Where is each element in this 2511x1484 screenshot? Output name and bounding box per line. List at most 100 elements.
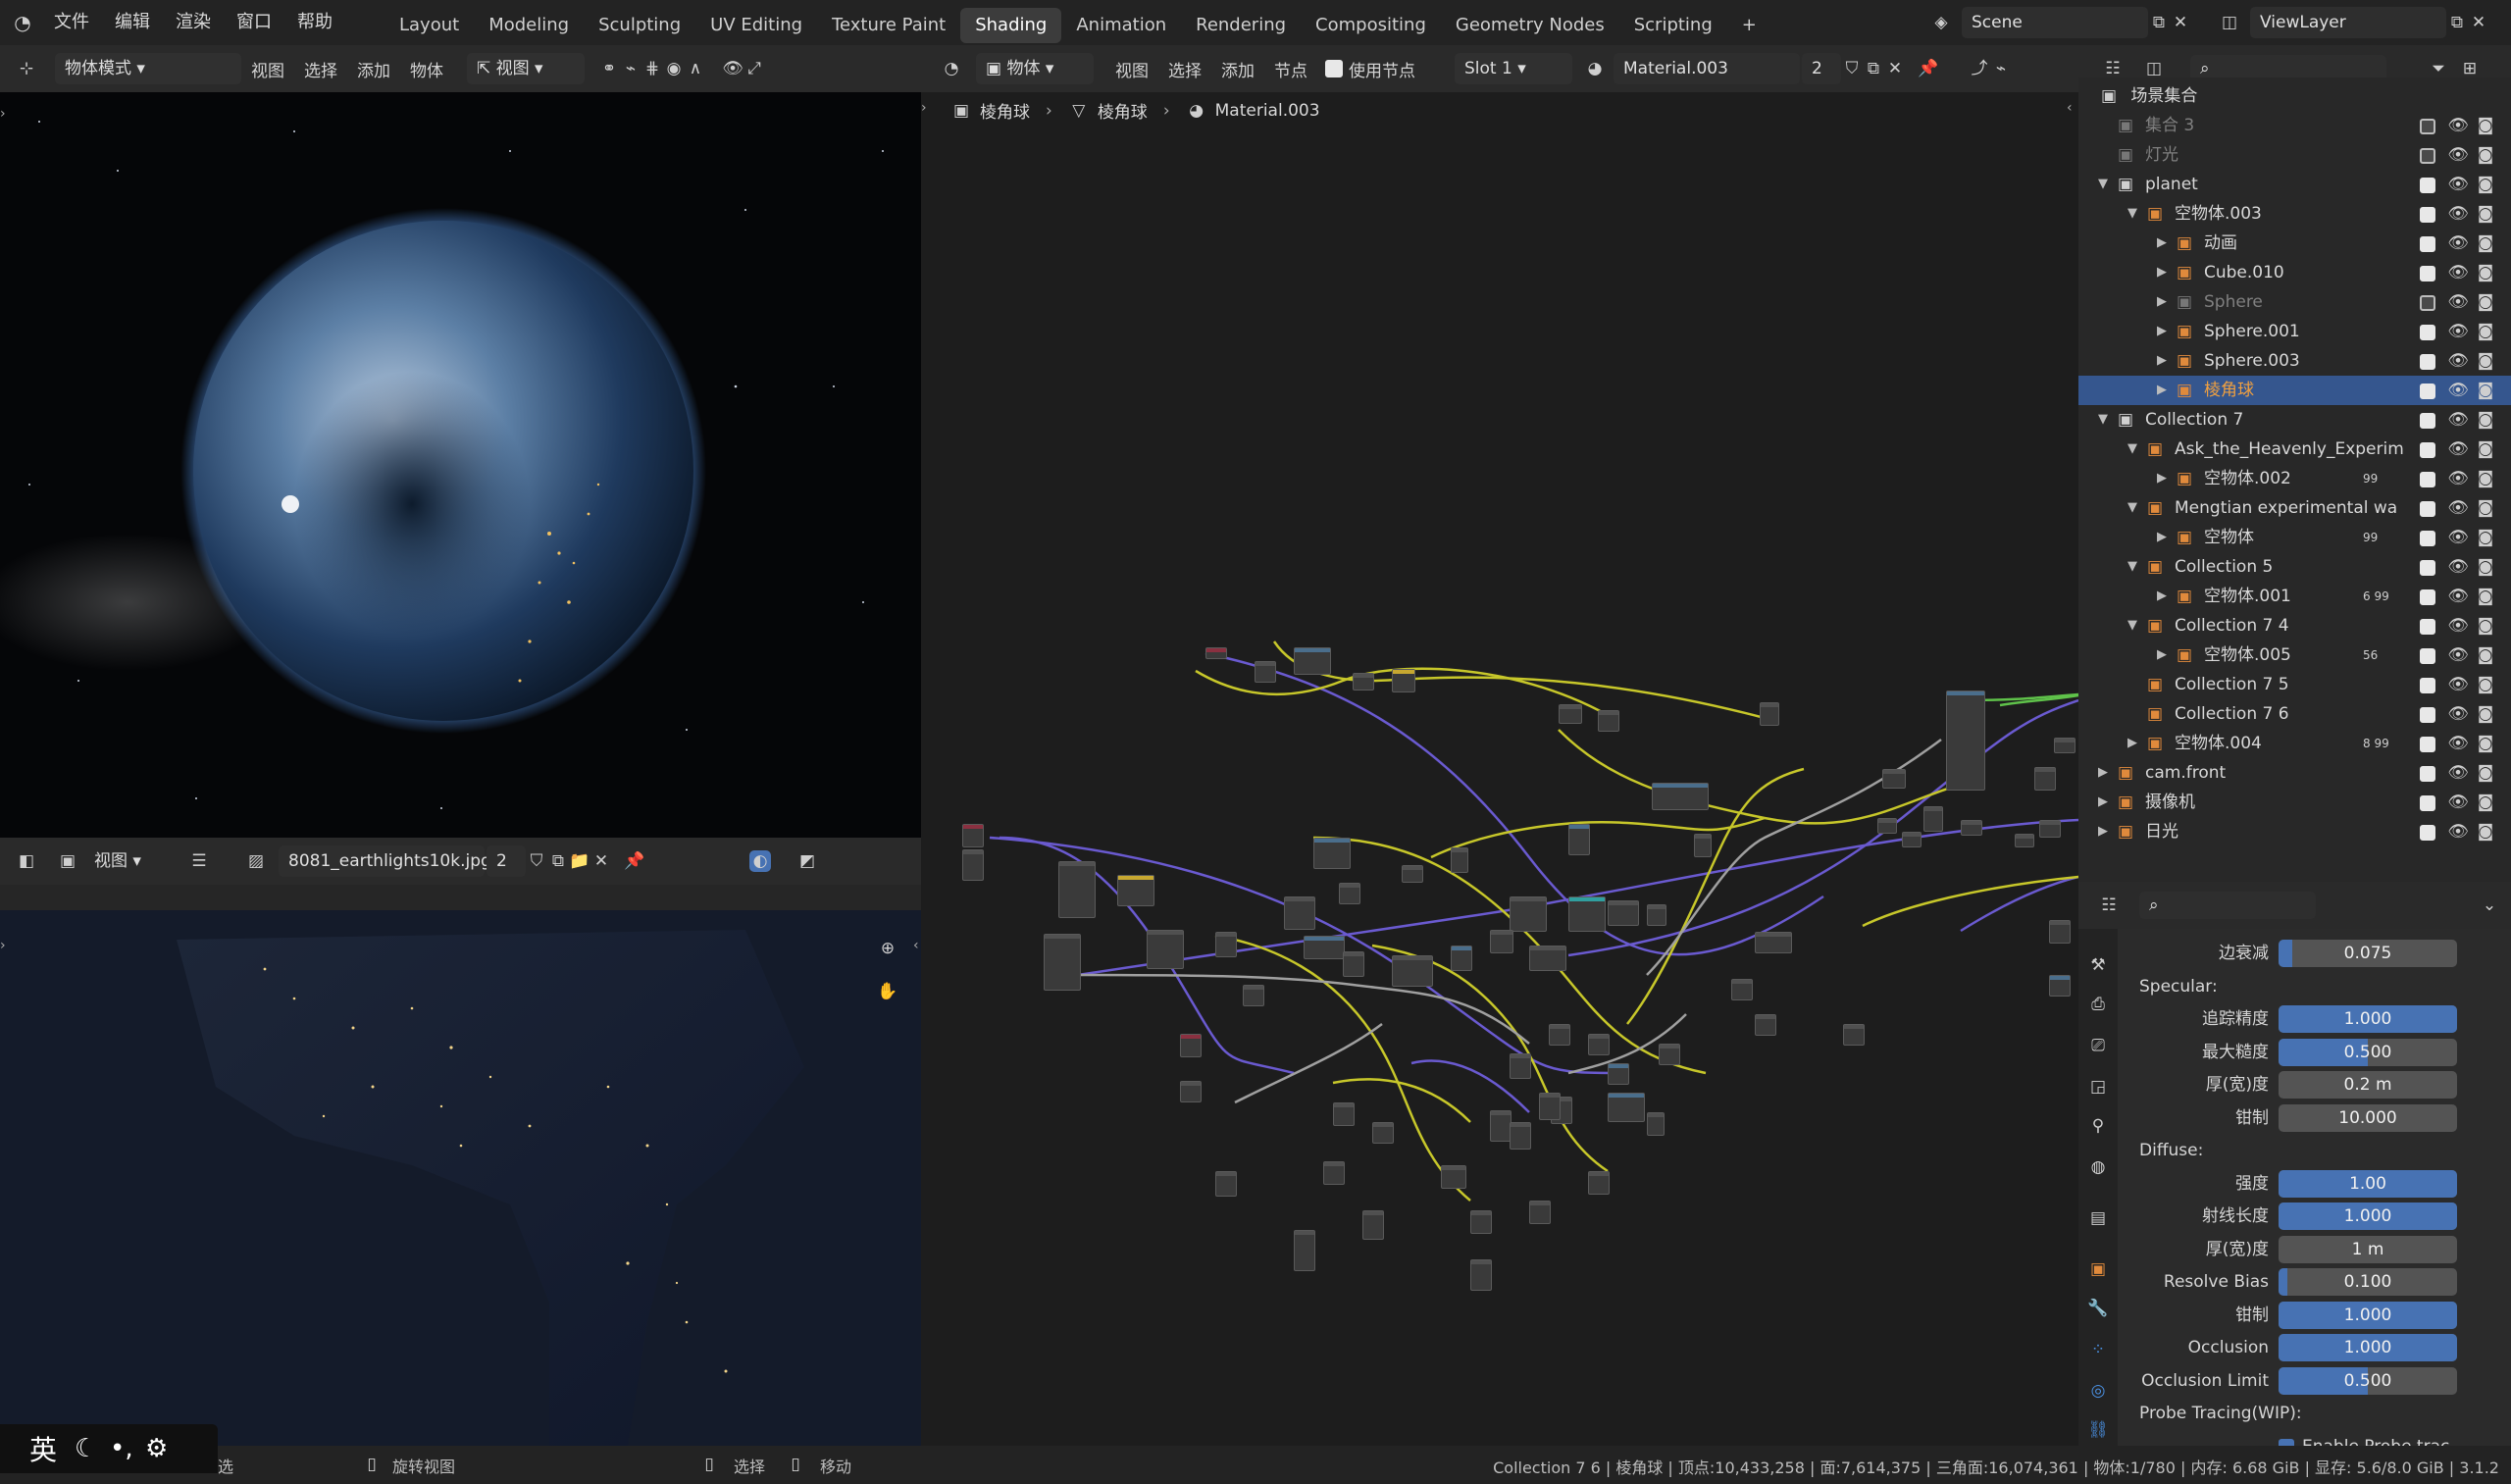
shader-node[interactable] xyxy=(1923,806,1943,832)
shader-node[interactable] xyxy=(1608,900,1639,926)
shader-node[interactable] xyxy=(1372,1122,1394,1144)
shader-node[interactable] xyxy=(1877,818,1897,834)
outliner-row[interactable]: ▼ ▣ Collection 5 👁 ◙ xyxy=(2078,552,2511,582)
disclosure-triangle-icon[interactable]: ▶ xyxy=(2098,758,2108,788)
shader-node[interactable] xyxy=(1598,710,1619,732)
material-duplicate-icon[interactable]: ⧉ xyxy=(1863,58,1884,79)
shader-node[interactable] xyxy=(1323,1161,1345,1185)
outliner-row[interactable]: ▶ ▣ 空物体.004 8 99 👁 ◙ xyxy=(2078,729,2511,758)
shader-node[interactable] xyxy=(1510,896,1547,932)
eye-icon[interactable]: 👁 xyxy=(2447,380,2469,401)
disclosure-triangle-icon[interactable]: ▶ xyxy=(2157,258,2167,287)
outliner-row[interactable]: ▶ ▣ Cube.010 👁 ◙ xyxy=(2078,258,2511,287)
shader-node[interactable] xyxy=(2039,820,2061,838)
exclude-checkbox[interactable] xyxy=(2420,207,2435,223)
exclude-checkbox[interactable] xyxy=(2420,325,2435,340)
camera-icon[interactable]: ◙ xyxy=(2475,144,2496,166)
node-pin-icon[interactable]: 📌 xyxy=(1918,58,1939,79)
shader-node[interactable] xyxy=(1529,946,1566,971)
node-menu-add[interactable]: 添加 xyxy=(1211,57,1264,81)
outliner-row[interactable]: ▶ ▣ 空物体.001 6 99 👁 ◙ xyxy=(2078,582,2511,611)
eye-icon[interactable]: 👁 xyxy=(2447,262,2469,283)
shader-node[interactable] xyxy=(1470,1210,1492,1234)
workspace-tab[interactable]: Shading xyxy=(960,7,1062,43)
shader-node[interactable] xyxy=(1215,1171,1237,1197)
menu-item[interactable]: 帮助 xyxy=(284,0,345,45)
shader-node[interactable] xyxy=(1362,1210,1384,1240)
properties-type-icon[interactable]: ☷ xyxy=(2098,895,2120,916)
unlink-image-icon[interactable]: ✕ xyxy=(590,850,612,872)
ime-language-indicator[interactable]: 英 xyxy=(29,1429,57,1468)
outliner-row[interactable]: ▣ Collection 7 6 👁 ◙ xyxy=(2078,699,2511,729)
eye-icon[interactable]: 👁 xyxy=(2447,821,2469,843)
world-tab-icon[interactable]: ◍ xyxy=(2087,1156,2109,1178)
material-name-field[interactable]: Material.003 xyxy=(1614,53,1800,84)
eye-icon[interactable]: 👁 xyxy=(2447,615,2469,637)
shader-node[interactable] xyxy=(1180,1034,1202,1057)
outliner-row[interactable]: ▶ ▣ 日光 👁 ◙ xyxy=(2078,817,2511,846)
shader-node[interactable] xyxy=(1294,647,1331,675)
disclosure-triangle-icon[interactable]: ▶ xyxy=(2157,376,2167,405)
shader-node[interactable] xyxy=(1946,691,1985,791)
outliner-row[interactable]: ▼ ▣ planet 👁 ◙ xyxy=(2078,170,2511,199)
viewport-menu-view[interactable]: 视图 xyxy=(241,57,294,81)
shader-node[interactable] xyxy=(1044,934,1081,991)
image-canvas[interactable]: ⊕ ✋ ‹ › xyxy=(0,910,921,1446)
image-name-field[interactable]: 8081_earthlights10k.jpg xyxy=(279,845,491,877)
camera-icon[interactable]: ◙ xyxy=(2475,792,2496,813)
shader-node[interactable] xyxy=(1304,936,1345,959)
camera-icon[interactable]: ◙ xyxy=(2475,380,2496,401)
eye-icon[interactable]: 👁 xyxy=(2447,174,2469,195)
image-browse-icon[interactable]: ▨ xyxy=(245,850,267,872)
shader-node[interactable] xyxy=(1588,1034,1610,1055)
eye-icon[interactable]: 👁 xyxy=(2447,586,2469,607)
camera-icon[interactable]: ◙ xyxy=(2475,321,2496,342)
exclude-checkbox[interactable] xyxy=(2420,825,2435,841)
workspace-tab[interactable]: Layout xyxy=(384,8,474,43)
shader-node[interactable] xyxy=(1608,1063,1629,1085)
punctuation-icon[interactable]: •, xyxy=(110,1436,133,1461)
render-tab-icon[interactable]: ⎙ xyxy=(2087,994,2109,1015)
enable-probe-checkbox[interactable] xyxy=(2279,1438,2294,1446)
shader-node[interactable] xyxy=(1147,930,1184,969)
properties-search-field[interactable]: ⌕ xyxy=(2139,892,2316,919)
eye-icon[interactable]: 👁 xyxy=(2447,468,2469,489)
property-slider[interactable]: 1.00 xyxy=(2279,1169,2457,1198)
sidebar-collapse-icon[interactable]: ‹ xyxy=(913,938,919,953)
shader-node[interactable] xyxy=(1608,1093,1645,1122)
workspace-tab[interactable]: Texture Paint xyxy=(817,8,960,43)
shader-type-dropdown[interactable]: ▣ 物体 ▾ xyxy=(976,53,1094,84)
exclude-checkbox[interactable] xyxy=(2420,384,2435,399)
new-scene-icon[interactable]: ⧉ xyxy=(2148,12,2170,33)
exclude-checkbox[interactable] xyxy=(2420,354,2435,370)
camera-icon[interactable]: ◙ xyxy=(2475,527,2496,548)
zoom-icon[interactable]: ⊕ xyxy=(877,938,898,959)
exclude-checkbox[interactable] xyxy=(2420,648,2435,664)
scene-icon[interactable]: ◈ xyxy=(1930,12,1952,33)
view-layer-tab-icon[interactable]: ◲ xyxy=(2087,1076,2109,1098)
shader-node[interactable] xyxy=(1843,1024,1865,1046)
disclosure-triangle-icon[interactable]: ▶ xyxy=(2157,464,2167,493)
disclosure-triangle-icon[interactable]: ▼ xyxy=(2098,170,2108,199)
shader-node[interactable] xyxy=(1058,861,1096,918)
property-slider[interactable]: 1 m xyxy=(2279,1235,2457,1263)
shader-node[interactable] xyxy=(1343,951,1364,977)
exclude-checkbox[interactable] xyxy=(2420,236,2435,252)
property-slider[interactable]: 1.000 xyxy=(2279,1203,2457,1230)
toolbar-expand-icon[interactable]: › xyxy=(0,106,6,122)
add-workspace-button[interactable]: + xyxy=(1727,8,1771,43)
disclosure-triangle-icon[interactable]: ▶ xyxy=(2157,640,2167,670)
node-canvas[interactable]: ▣ 棱角球 › ▽ 棱角球 › ◕ Material.003 › ‹ xyxy=(921,92,2078,1446)
property-slider[interactable]: 10.000 xyxy=(2279,1103,2457,1132)
tool-tab-icon[interactable]: ⚒ xyxy=(2087,954,2109,976)
shader-node[interactable] xyxy=(2049,975,2071,997)
disclosure-triangle-icon[interactable]: ▼ xyxy=(2098,405,2108,435)
shader-node[interactable] xyxy=(1490,1110,1512,1142)
pin-icon[interactable]: 📌 xyxy=(624,850,645,872)
disclosure-triangle-icon[interactable]: ▶ xyxy=(2157,346,2167,376)
image-toolbar-expand-icon[interactable]: › xyxy=(0,938,6,953)
camera-icon[interactable]: ◙ xyxy=(2475,438,2496,460)
eye-icon[interactable]: 👁 xyxy=(2447,350,2469,372)
eye-icon[interactable]: 👁 xyxy=(2447,144,2469,166)
eye-icon[interactable]: 👁 xyxy=(2447,438,2469,460)
